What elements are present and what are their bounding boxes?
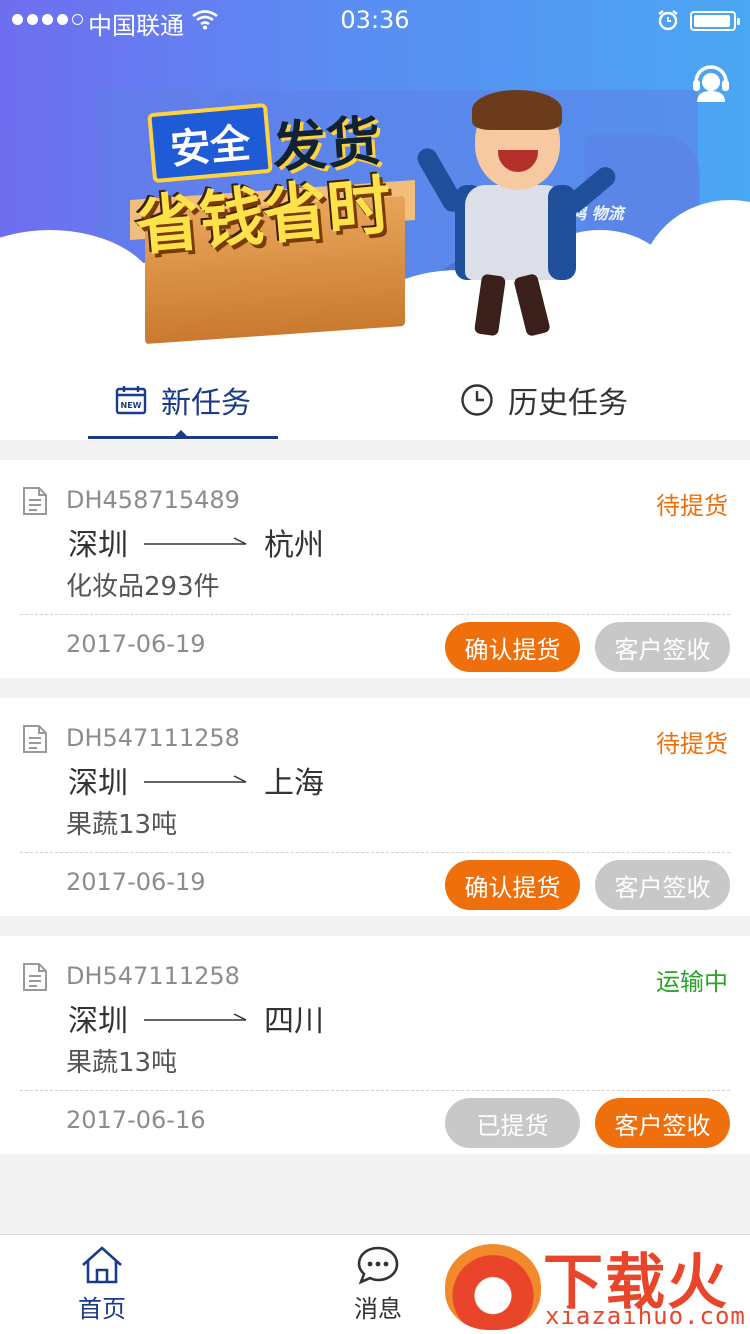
nav-messages[interactable]: 消息 bbox=[318, 1245, 438, 1324]
watermark-url: xiazaihuo.com bbox=[545, 1302, 746, 1330]
route: 深圳 四川 bbox=[68, 998, 324, 1039]
status-badge: 运输中 bbox=[656, 968, 728, 996]
route: 深圳 杭州 bbox=[68, 522, 324, 563]
route-arrow-icon bbox=[144, 1013, 247, 1021]
status-bar: 中国联通 03:36 bbox=[0, 0, 750, 40]
watermark: 下载火 xiazaihuo.com bbox=[445, 1238, 750, 1334]
task-list: DH458715489 待提货 深圳 杭州 化妆品293件 2017-06-19… bbox=[0, 460, 750, 1174]
task-card[interactable]: DH547111258 运输中 深圳 四川 果蔬13吨 2017-06-16 已… bbox=[0, 936, 750, 1154]
goods-description: 果蔬13吨 bbox=[66, 1048, 178, 1078]
route-arrow-icon bbox=[144, 537, 247, 545]
app-screen: 鸿 物流 安全 发货 省钱省时 中国联通 03:36 NEW 新任务 历史任务 … bbox=[0, 0, 750, 1334]
home-icon bbox=[82, 1246, 122, 1284]
customer-sign-button[interactable]: 客户签收 bbox=[595, 860, 730, 910]
flame-logo-icon bbox=[445, 1244, 541, 1330]
divider bbox=[20, 852, 730, 853]
divider bbox=[20, 1090, 730, 1091]
goods-description: 化妆品293件 bbox=[66, 572, 220, 602]
chat-icon bbox=[357, 1246, 399, 1285]
route: 深圳 上海 bbox=[68, 760, 324, 801]
confirm-pickup-button[interactable]: 确认提货 bbox=[445, 622, 580, 672]
route-origin: 深圳 bbox=[68, 1004, 128, 1039]
task-date: 2017-06-19 bbox=[66, 868, 206, 896]
document-icon bbox=[23, 963, 47, 991]
task-tabs: NEW 新任务 历史任务 bbox=[0, 360, 750, 440]
nav-home[interactable]: 首页 bbox=[42, 1245, 162, 1324]
mascot-illustration bbox=[413, 90, 620, 340]
customer-sign-button[interactable]: 客户签收 bbox=[595, 1098, 730, 1148]
tab-history-tasks[interactable]: 历史任务 bbox=[460, 360, 680, 440]
clock-icon bbox=[460, 383, 494, 417]
svg-text:NEW: NEW bbox=[121, 401, 142, 410]
confirm-pickup-button[interactable]: 确认提货 bbox=[445, 860, 580, 910]
customer-service-icon[interactable] bbox=[690, 60, 732, 102]
tab-new-tasks-label: 新任务 bbox=[161, 386, 251, 421]
task-date: 2017-06-19 bbox=[66, 630, 206, 658]
task-date: 2017-06-16 bbox=[66, 1106, 206, 1134]
picked-up-button[interactable]: 已提货 bbox=[445, 1098, 580, 1148]
document-icon bbox=[23, 725, 47, 753]
customer-sign-button[interactable]: 客户签收 bbox=[595, 622, 730, 672]
route-destination: 上海 bbox=[264, 766, 324, 801]
route-origin: 深圳 bbox=[68, 528, 128, 563]
header-banner: 鸿 物流 安全 发货 省钱省时 中国联通 03:36 bbox=[0, 0, 750, 360]
goods-description: 果蔬13吨 bbox=[66, 810, 178, 840]
task-card[interactable]: DH547111258 待提货 深圳 上海 果蔬13吨 2017-06-19 确… bbox=[0, 698, 750, 916]
tab-new-tasks[interactable]: NEW 新任务 bbox=[88, 360, 278, 440]
route-destination: 杭州 bbox=[264, 528, 324, 563]
order-number: DH547111258 bbox=[66, 724, 240, 752]
alarm-icon bbox=[658, 10, 678, 31]
tab-history-tasks-label: 历史任务 bbox=[508, 386, 628, 421]
route-destination: 四川 bbox=[264, 1004, 324, 1039]
nav-home-label: 首页 bbox=[78, 1295, 126, 1323]
order-number: DH547111258 bbox=[66, 962, 240, 990]
battery-icon bbox=[690, 11, 740, 31]
nav-messages-label: 消息 bbox=[354, 1295, 402, 1323]
status-badge: 待提货 bbox=[656, 492, 728, 520]
status-badge: 待提货 bbox=[656, 730, 728, 758]
task-card[interactable]: DH458715489 待提货 深圳 杭州 化妆品293件 2017-06-19… bbox=[0, 460, 750, 678]
document-icon bbox=[23, 487, 47, 515]
clock-time: 03:36 bbox=[340, 6, 410, 34]
divider bbox=[20, 614, 730, 615]
route-origin: 深圳 bbox=[68, 766, 128, 801]
calendar-new-icon: NEW bbox=[115, 385, 147, 415]
order-number: DH458715489 bbox=[66, 486, 240, 514]
active-tab-caret bbox=[174, 430, 188, 437]
route-arrow-icon bbox=[144, 775, 247, 783]
